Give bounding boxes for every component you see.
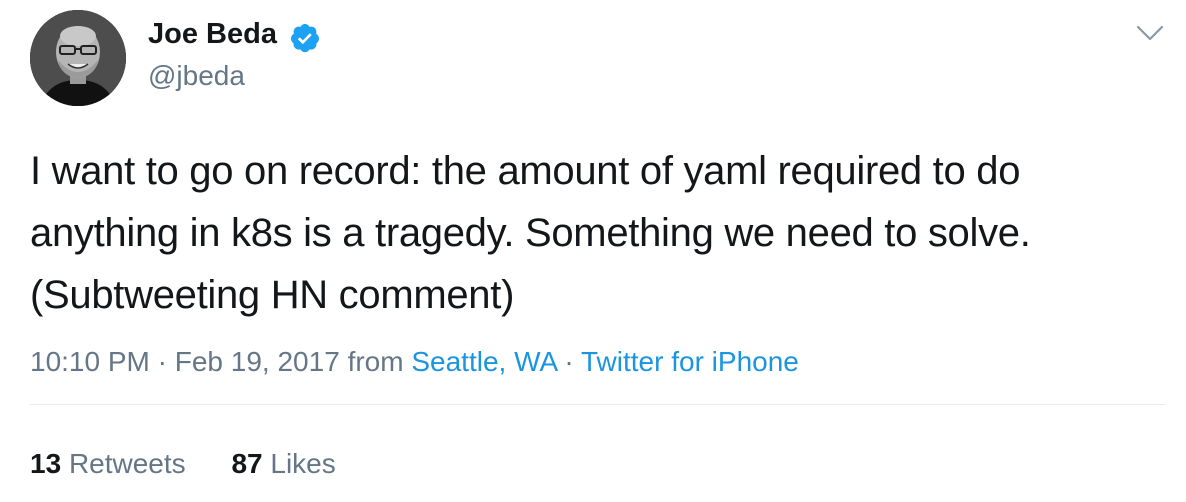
tweet-time[interactable]: 10:10 PM xyxy=(30,346,150,377)
tweet-metadata: 10:10 PM · Feb 19, 2017 from Seattle, WA… xyxy=(30,346,799,378)
tweet-date[interactable]: Feb 19, 2017 xyxy=(175,346,340,377)
avatar[interactable] xyxy=(30,10,126,106)
separator-dot: · xyxy=(564,346,574,377)
divider xyxy=(30,404,1166,405)
separator-dot: · xyxy=(157,346,167,377)
likes-stat[interactable]: 87 Likes xyxy=(231,448,335,480)
tweet-stats: 13 Retweets 87 Likes xyxy=(30,448,374,480)
source-link[interactable]: Twitter for iPhone xyxy=(581,346,799,377)
retweets-stat[interactable]: 13 Retweets xyxy=(30,448,186,480)
tweet-text: I want to go on record: the amount of ya… xyxy=(30,149,1031,317)
from-label: from xyxy=(347,346,404,377)
avatar-image xyxy=(30,10,126,106)
author-name[interactable]: Joe Beda xyxy=(148,18,277,51)
chevron-down-icon[interactable] xyxy=(1135,22,1165,44)
location-link[interactable]: Seattle, WA xyxy=(411,346,556,377)
tweet-card: Joe Beda @jbeda I want to go on record: … xyxy=(0,0,1186,502)
verified-badge-icon xyxy=(291,24,319,53)
likes-count: 87 xyxy=(231,448,263,479)
likes-label: Likes xyxy=(270,448,336,479)
retweets-count: 13 xyxy=(30,448,62,479)
retweets-label: Retweets xyxy=(68,448,186,479)
author-handle[interactable]: @jbeda xyxy=(148,60,245,92)
